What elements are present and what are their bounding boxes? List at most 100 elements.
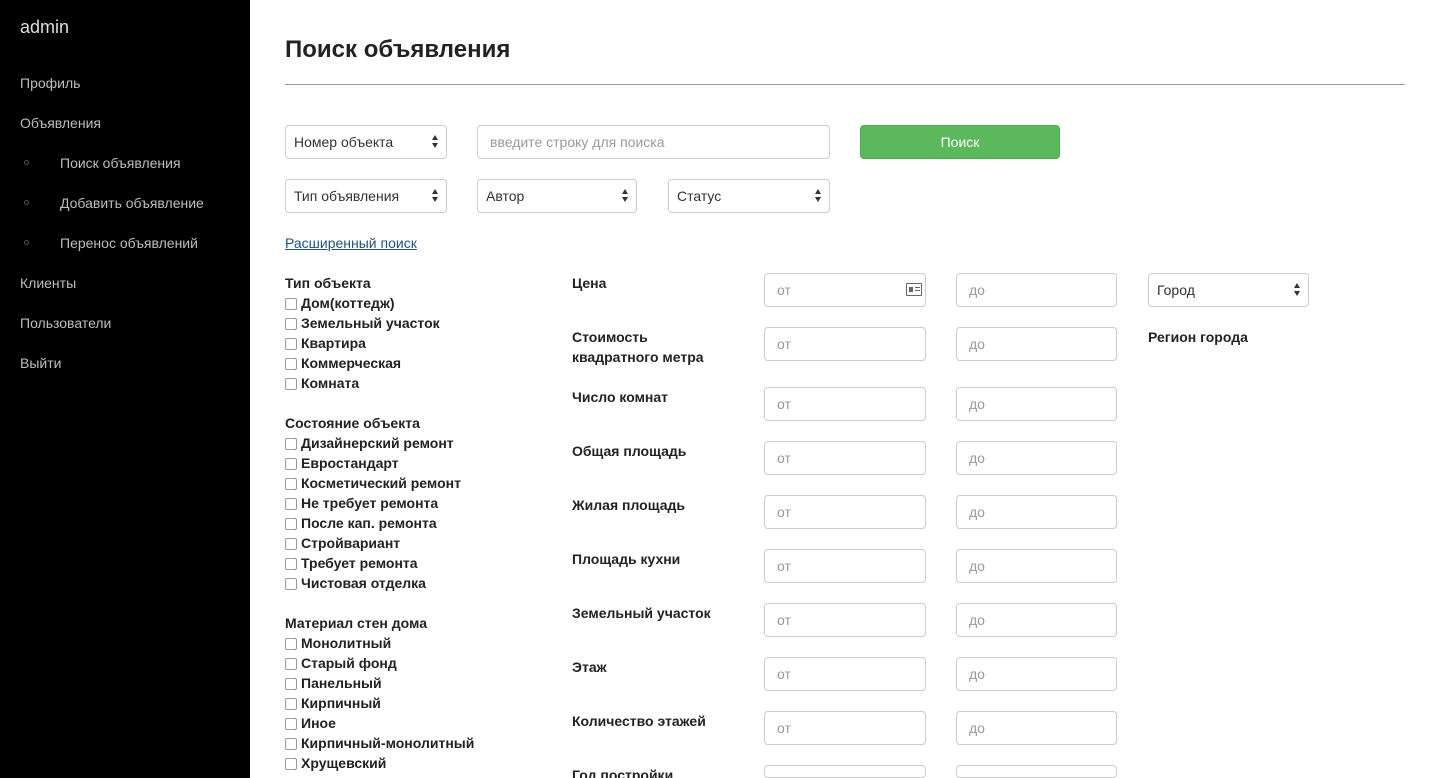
- wall-material-group: Материал стен дома Монолитный Старый фон…: [285, 613, 545, 773]
- status-select[interactable]: Статус: [668, 179, 830, 213]
- checkbox-option[interactable]: Дизайнерский ремонт: [285, 433, 545, 453]
- checkbox[interactable]: [285, 378, 297, 390]
- checkbox-label: Старый фонд: [301, 655, 397, 671]
- checkbox-option[interactable]: Чистовая отделка: [285, 573, 545, 593]
- checkbox[interactable]: [285, 298, 297, 310]
- rooms-to-input[interactable]: [956, 387, 1117, 421]
- select-arrows-icon: [622, 189, 630, 203]
- checkbox-option[interactable]: Кирпичный: [285, 693, 545, 713]
- checkbox[interactable]: [285, 318, 297, 330]
- city-select-value: Город: [1157, 282, 1195, 298]
- checkbox[interactable]: [285, 718, 297, 730]
- checkbox[interactable]: [285, 358, 297, 370]
- price-from-input[interactable]: [764, 273, 926, 307]
- checkbox-option[interactable]: Земельный участок: [285, 313, 545, 333]
- rooms-from-input[interactable]: [764, 387, 926, 421]
- checkbox[interactable]: [285, 758, 297, 770]
- bullet-icon: [24, 200, 29, 205]
- listing-type-select[interactable]: Тип объявления: [285, 179, 447, 213]
- checkbox[interactable]: [285, 498, 297, 510]
- author-select[interactable]: Автор: [477, 179, 637, 213]
- checkbox[interactable]: [285, 478, 297, 490]
- page-title: Поиск объявления: [285, 36, 511, 63]
- checkbox-label: Комната: [301, 375, 360, 391]
- wall-material-title: Материал стен дома: [285, 615, 427, 631]
- checkbox[interactable]: [285, 698, 297, 710]
- floor-from-input[interactable]: [764, 657, 926, 691]
- kitchen-area-from-input[interactable]: [764, 549, 926, 583]
- checkbox[interactable]: [285, 678, 297, 690]
- sidebar-item-label: Поиск объявления: [60, 155, 181, 171]
- checkbox-label: Иное: [301, 715, 336, 731]
- checkbox-option[interactable]: Старый фонд: [285, 653, 545, 673]
- search-button[interactable]: Поиск: [860, 125, 1060, 159]
- checkbox[interactable]: [285, 578, 297, 590]
- checkbox-option[interactable]: Панельный: [285, 673, 545, 693]
- checkbox[interactable]: [285, 658, 297, 670]
- sidebar-item-search-listing[interactable]: Поиск объявления: [0, 143, 250, 183]
- select-arrows-icon: [432, 189, 440, 203]
- sidebar-item-profile[interactable]: Профиль: [0, 63, 250, 103]
- year-built-to-input[interactable]: [956, 765, 1117, 778]
- range-label-floor: Этаж: [572, 659, 607, 675]
- floors-count-from-input[interactable]: [764, 711, 926, 745]
- living-area-from-input[interactable]: [764, 495, 926, 529]
- checkbox-option[interactable]: После кап. ремонта: [285, 513, 545, 533]
- checkbox-label: Монолитный: [301, 635, 392, 651]
- checkbox-option[interactable]: Не требует ремонта: [285, 493, 545, 513]
- checkbox-label: Дом(коттедж): [301, 295, 395, 311]
- search-field-select[interactable]: Номер объекта: [285, 125, 447, 159]
- checkbox[interactable]: [285, 558, 297, 570]
- checkbox-label: Не требует ремонта: [301, 495, 439, 511]
- checkbox-option[interactable]: Стройвариант: [285, 533, 545, 553]
- total-area-to-input[interactable]: [956, 441, 1117, 475]
- city-select[interactable]: Город: [1148, 273, 1309, 307]
- checkbox-option[interactable]: Монолитный: [285, 633, 545, 653]
- sidebar-item-listings[interactable]: Объявления: [0, 103, 250, 143]
- checkbox-option[interactable]: Комната: [285, 373, 545, 393]
- checkbox-label: Дизайнерский ремонт: [301, 435, 454, 451]
- checkbox[interactable]: [285, 538, 297, 550]
- checkbox-option[interactable]: Коммерческая: [285, 353, 545, 373]
- checkbox-option[interactable]: Дом(коттедж): [285, 293, 545, 313]
- sidebar-item-add-listing[interactable]: Добавить объявление: [0, 183, 250, 223]
- price-per-sqm-to-input[interactable]: [956, 327, 1117, 361]
- sidebar-item-users[interactable]: Пользователи: [0, 303, 250, 343]
- price-per-sqm-from-input[interactable]: [764, 327, 926, 361]
- checkbox-option[interactable]: Квартира: [285, 333, 545, 353]
- kitchen-area-to-input[interactable]: [956, 549, 1117, 583]
- checkbox[interactable]: [285, 518, 297, 530]
- floors-count-to-input[interactable]: [956, 711, 1117, 745]
- checkbox-label: Кирпичный-монолитный: [301, 735, 475, 751]
- checkbox-label: Земельный участок: [301, 315, 440, 331]
- sidebar-item-logout[interactable]: Выйти: [0, 343, 250, 383]
- select-arrows-icon: [815, 189, 823, 203]
- checkbox[interactable]: [285, 338, 297, 350]
- object-type-title: Тип объекта: [285, 275, 371, 291]
- sidebar-item-clients[interactable]: Клиенты: [0, 263, 250, 303]
- checkbox-option[interactable]: Иное: [285, 713, 545, 733]
- land-plot-from-input[interactable]: [764, 603, 926, 637]
- checkbox[interactable]: [285, 638, 297, 650]
- checkbox[interactable]: [285, 438, 297, 450]
- brand-title: admin: [20, 17, 70, 37]
- advanced-search-link[interactable]: Расширенный поиск: [285, 235, 417, 251]
- total-area-from-input[interactable]: [764, 441, 926, 475]
- search-input[interactable]: [477, 125, 830, 159]
- status-select-value: Статус: [677, 188, 722, 204]
- checkbox-option[interactable]: Хрущевский: [285, 753, 545, 773]
- living-area-to-input[interactable]: [956, 495, 1117, 529]
- floor-to-input[interactable]: [956, 657, 1117, 691]
- year-built-from-input[interactable]: [764, 765, 926, 778]
- checkbox-option[interactable]: Евростандарт: [285, 453, 545, 473]
- range-label-year-built: Год постройки: [572, 767, 674, 778]
- checkbox-option[interactable]: Кирпичный-монолитный: [285, 733, 545, 753]
- land-plot-to-input[interactable]: [956, 603, 1117, 637]
- select-arrows-icon: [432, 135, 440, 149]
- checkbox[interactable]: [285, 458, 297, 470]
- checkbox-option[interactable]: Требует ремонта: [285, 553, 545, 573]
- checkbox-option[interactable]: Косметический ремонт: [285, 473, 545, 493]
- sidebar-item-transfer-listings[interactable]: Перенос объявлений: [0, 223, 250, 263]
- price-to-input[interactable]: [956, 273, 1117, 307]
- checkbox[interactable]: [285, 738, 297, 750]
